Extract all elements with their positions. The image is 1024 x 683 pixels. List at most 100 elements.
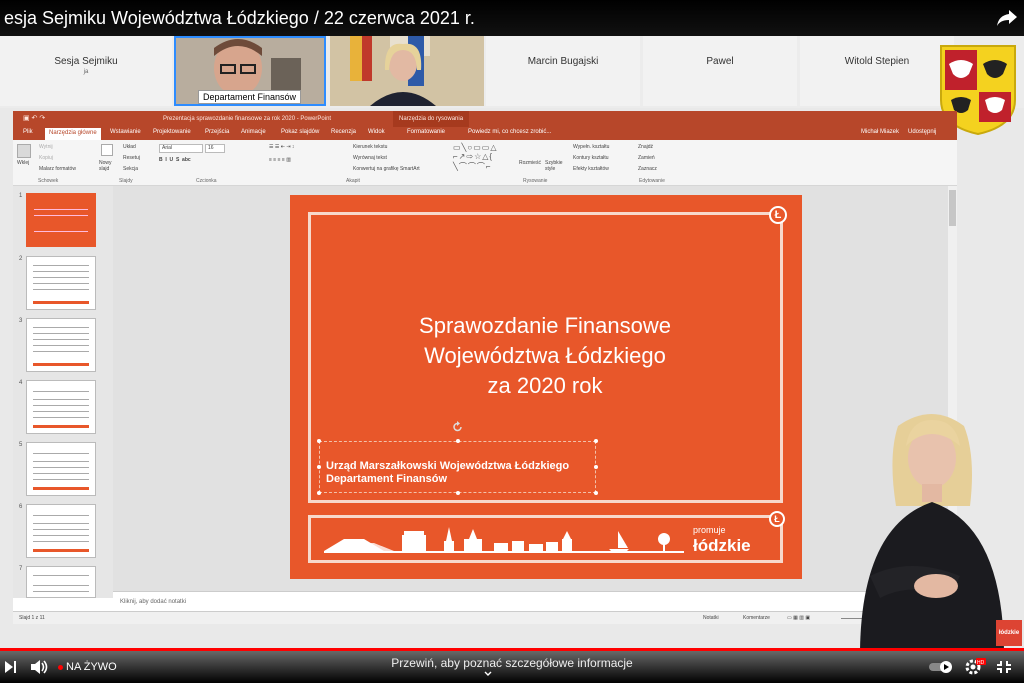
- resize-handle[interactable]: [456, 439, 460, 443]
- thumb-preview: [26, 318, 96, 372]
- participant-tile[interactable]: Sesja Sejmiku ja: [0, 36, 172, 106]
- align-text-button[interactable]: Wyrównaj tekst: [353, 155, 387, 161]
- text-direction-button[interactable]: Kierunek tekstu: [353, 144, 387, 150]
- notes-toggle[interactable]: Notatki: [703, 615, 719, 621]
- resize-handle[interactable]: [594, 491, 598, 495]
- participant-sub: ja: [83, 69, 89, 75]
- slide-canvas[interactable]: Ł Sprawozdanie Finansowe Województwa Łód…: [113, 186, 948, 591]
- thumbnail-1[interactable]: 1: [13, 193, 113, 253]
- save-icon[interactable]: ▣ ↶ ↷: [23, 111, 45, 127]
- quick-styles-button[interactable]: Szybkie style: [545, 160, 565, 172]
- tab-slideshow[interactable]: Pokaz slajdów: [281, 129, 319, 135]
- thumb-preview: [26, 193, 96, 247]
- shape-outline-button[interactable]: Kontury kształtu: [573, 155, 609, 161]
- view-buttons[interactable]: ▭ ▦ ▥ ▣: [787, 615, 810, 621]
- resize-handle[interactable]: [317, 491, 321, 495]
- section-button[interactable]: Sekcja: [123, 166, 138, 172]
- slide-subtitle[interactable]: Urząd Marszałkowski Województwa Łódzkieg…: [326, 460, 569, 486]
- resize-handle[interactable]: [317, 465, 321, 469]
- paste-icon[interactable]: [17, 144, 31, 158]
- powerpoint-window: ▣ ↶ ↷ Prezentacja sprawozdanie finansowe…: [13, 111, 957, 624]
- tab-file[interactable]: Plik: [23, 129, 33, 135]
- subtitle-line: Urząd Marszałkowski Województwa Łódzkieg…: [326, 460, 570, 472]
- tab-animations[interactable]: Animacje: [241, 129, 266, 135]
- lodzkie-logo-small-icon: Ł: [769, 511, 785, 527]
- shape-effects-button[interactable]: Efekty kształtów: [573, 166, 609, 172]
- share-button[interactable]: Udostępnij: [908, 129, 936, 135]
- thumb-number: 1: [19, 193, 23, 199]
- settings-gear-icon[interactable]: HD: [964, 658, 986, 676]
- resize-handle[interactable]: [594, 465, 598, 469]
- participant-name: Marcin Bugajski: [527, 56, 599, 67]
- arrange-button[interactable]: Rozmieść: [519, 160, 541, 166]
- ribbon-home: Wklej Wytnij Kopiuj Malarz formatów Nowy…: [13, 140, 957, 186]
- player-controls: NA ŻYWO Przewiń, aby poznać szczegółowe …: [0, 651, 1024, 683]
- participant-tile[interactable]: Pawel: [643, 36, 797, 106]
- replace-button[interactable]: Zamień: [638, 155, 655, 161]
- current-slide[interactable]: Ł Sprawozdanie Finansowe Województwa Łód…: [290, 195, 802, 579]
- comments-toggle[interactable]: Komentarze: [743, 615, 770, 621]
- video-name-badge: Departament Finansów: [198, 90, 302, 104]
- cut-button[interactable]: Wytnij: [39, 144, 53, 150]
- participant-video-woman[interactable]: [330, 36, 484, 106]
- thumbnail-3[interactable]: 3: [13, 318, 113, 378]
- autoplay-toggle-icon[interactable]: [928, 660, 954, 674]
- tab-insert[interactable]: Wstawianie: [110, 129, 141, 135]
- resize-handle[interactable]: [456, 491, 460, 495]
- thumb-number: 4: [19, 380, 23, 386]
- tell-me-search[interactable]: Powiedz mi, co chcesz zrobić...: [468, 129, 551, 135]
- group-label: Edytowanie: [639, 178, 665, 184]
- list-buttons[interactable]: ☰ ☰ ⇤ ⇥ ↕: [269, 144, 294, 150]
- paste-button[interactable]: Wklej: [17, 160, 29, 166]
- select-button[interactable]: Zaznacz: [638, 166, 657, 172]
- format-painter-button[interactable]: Malarz formatów: [39, 166, 76, 172]
- find-button[interactable]: Znajdź: [638, 144, 653, 150]
- shapes-gallery[interactable]: ▭╲○▭▭△ ⌐↗⇨☆△{╲⌒⌒⌒⌐: [453, 143, 497, 172]
- thumbnail-2[interactable]: 2: [13, 256, 113, 316]
- tab-view[interactable]: Widok: [368, 129, 385, 135]
- shape-fill-button[interactable]: Wypełn. kształtu: [573, 144, 609, 150]
- corner-badge-text: łódzkie: [998, 630, 1020, 636]
- notes-pane[interactable]: Kliknij, aby dodać notatki: [113, 591, 948, 611]
- tab-format[interactable]: Formatowanie: [407, 129, 445, 135]
- new-slide-icon[interactable]: [101, 144, 113, 156]
- scrollbar-thumb[interactable]: [949, 190, 956, 226]
- font-size-select[interactable]: 16: [205, 144, 225, 153]
- share-icon[interactable]: [996, 9, 1018, 27]
- layout-button[interactable]: Układ: [123, 144, 136, 150]
- chevron-down-icon[interactable]: [484, 670, 492, 678]
- group-label: Schowek: [38, 178, 59, 184]
- tab-home[interactable]: Narzędzia główne: [45, 128, 101, 140]
- group-label: Czcionka: [196, 178, 217, 184]
- participant-name: Pawel: [706, 56, 734, 67]
- rotate-handle-icon[interactable]: [452, 421, 464, 433]
- stream-title: esja Sejmiku Województwa Łódzkiego / 22 …: [0, 0, 1024, 36]
- zoom-stream-stage: esja Sejmiku Województwa Łódzkiego / 22 …: [0, 0, 1024, 683]
- ppt-titlebar: ▣ ↶ ↷ Prezentacja sprawozdanie finansowe…: [13, 111, 957, 127]
- tab-design[interactable]: Projektowanie: [153, 129, 191, 135]
- thumb-preview: [26, 566, 96, 598]
- thumbnail-6[interactable]: 6: [13, 504, 113, 564]
- slide-title[interactable]: Sprawozdanie Finansowe Województwa Łódzk…: [350, 311, 740, 401]
- smartart-button[interactable]: Konwertuj na grafikę SmartArt: [353, 166, 420, 172]
- participant-tile[interactable]: Witold Stepien: [800, 36, 954, 106]
- participant-tile[interactable]: Marcin Bugajski: [486, 36, 640, 106]
- thumbnail-5[interactable]: 5: [13, 442, 113, 502]
- reset-button[interactable]: Resetuj: [123, 155, 140, 161]
- tab-transitions[interactable]: Przejścia: [205, 129, 229, 135]
- tab-review[interactable]: Recenzja: [331, 129, 356, 135]
- resize-handle[interactable]: [594, 439, 598, 443]
- align-buttons[interactable]: ≡ ≡ ≡ ≡ ▥: [269, 157, 291, 163]
- copy-button[interactable]: Kopiuj: [39, 155, 53, 161]
- font-name-select[interactable]: Arial: [159, 144, 203, 153]
- participant-video-man[interactable]: Departament Finansów: [174, 36, 326, 106]
- slide-title-line: za 2020 rok: [487, 373, 603, 398]
- thumb-preview: [26, 256, 96, 310]
- new-slide-button[interactable]: Nowy slajd: [99, 160, 119, 172]
- lodzkie-logo-icon: Ł: [769, 206, 787, 224]
- thumbnail-4[interactable]: 4: [13, 380, 113, 440]
- bold-button[interactable]: B I U S abc: [159, 157, 191, 163]
- resize-handle[interactable]: [317, 439, 321, 443]
- exit-fullscreen-icon[interactable]: [996, 660, 1012, 674]
- group-label: Slajdy: [119, 178, 133, 184]
